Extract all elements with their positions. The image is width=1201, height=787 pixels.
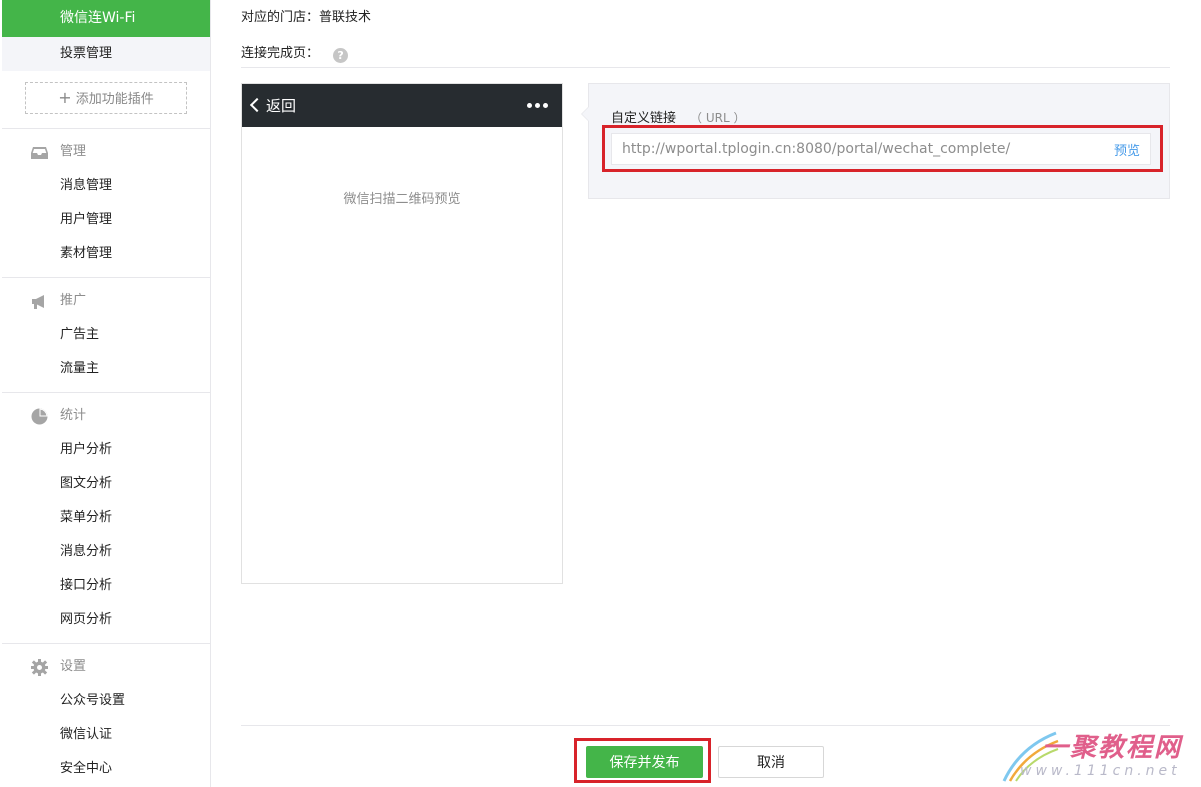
custom-url-label: 自定义链接 （ URL ） — [611, 107, 745, 126]
sidebar: 微信连Wi-Fi 投票管理 + 添加功能插件 管理 消息管理 用户管理 素材管理 … — [2, 0, 211, 787]
sidebar-group-header: 推广 — [2, 284, 210, 318]
sidebar-item-webpage-analysis[interactable]: 网页分析 — [2, 603, 210, 637]
sidebar-group-header: 统计 — [2, 399, 210, 433]
sidebar-item-wechat-verification[interactable]: 微信认证 — [2, 718, 210, 752]
sidebar-item-user-analysis[interactable]: 用户分析 — [2, 433, 210, 467]
sidebar-item-security-center[interactable]: 安全中心 — [2, 752, 210, 786]
sidebar-item-api-analysis[interactable]: 接口分析 — [2, 569, 210, 603]
sidebar-item-article-analysis[interactable]: 图文分析 — [2, 467, 210, 501]
store-label: 对应的门店：普联技术 — [241, 10, 372, 25]
sidebar-item-vote-management[interactable]: 投票管理 — [2, 37, 210, 71]
sidebar-group-title: 管理 — [60, 144, 87, 159]
sidebar-item-menu-analysis[interactable]: 菜单分析 — [2, 501, 210, 535]
sidebar-group-title: 统计 — [60, 408, 87, 423]
complete-page-row: 连接完成页：? — [241, 42, 349, 63]
help-icon[interactable]: ? — [333, 48, 349, 63]
sidebar-item-material-management[interactable]: 素材管理 — [2, 237, 210, 271]
sidebar-item-wechat-wifi[interactable]: 微信连Wi-Fi — [2, 0, 210, 37]
watermark-cn-text: 一聚教程网 — [1042, 733, 1183, 763]
divider — [241, 725, 1170, 726]
main-content: 对应的门店：普联技术 连接完成页：? 返回 微信扫描二维码预览 自定义链接 （ U… — [241, 0, 1171, 787]
gear-icon — [31, 659, 48, 676]
custom-url-sublabel: （ URL ） — [690, 111, 746, 125]
sidebar-group-header: 设置 — [2, 650, 210, 684]
sidebar-group-title: 推广 — [60, 293, 87, 308]
custom-url-field: 预览 — [611, 133, 1151, 165]
cancel-button[interactable]: 取消 — [718, 746, 824, 778]
save-publish-button[interactable]: 保存并发布 — [586, 746, 703, 778]
add-plugin-button[interactable]: + 添加功能插件 — [25, 82, 187, 114]
sidebar-item-user-management[interactable]: 用户管理 — [2, 203, 210, 237]
custom-url-panel: 自定义链接 （ URL ） 预览 — [581, 83, 1170, 199]
complete-page-label: 连接完成页： — [241, 46, 320, 61]
sidebar-group-header: 管理 — [2, 135, 210, 169]
qr-preview-text: 微信扫描二维码预览 — [343, 192, 461, 207]
divider — [241, 67, 1170, 68]
sidebar-group-statistics: 统计 用户分析 图文分析 菜单分析 消息分析 接口分析 网页分析 — [2, 393, 210, 644]
sidebar-group-title: 设置 — [60, 659, 87, 674]
inbox-icon — [31, 147, 48, 159]
url-preview-link[interactable]: 预览 — [1114, 140, 1140, 159]
watermark-logo: 一聚教程网 www.111cn.net — [1000, 727, 1195, 785]
custom-url-title: 自定义链接 — [611, 111, 677, 126]
sidebar-item-message-management[interactable]: 消息管理 — [2, 169, 210, 203]
megaphone-icon — [32, 295, 44, 309]
sidebar-item-publisher[interactable]: 流量主 — [2, 352, 210, 386]
chevron-left-icon — [249, 97, 265, 113]
sidebar-item-advertiser[interactable]: 广告主 — [2, 318, 210, 352]
add-plugin-section: + 添加功能插件 — [2, 71, 210, 129]
watermark-en-text: www.111cn.net — [1020, 763, 1181, 779]
phone-preview: 返回 微信扫描二维码预览 — [241, 83, 563, 584]
back-label: 返回 — [266, 97, 297, 115]
back-button[interactable]: 返回 — [249, 95, 297, 116]
add-plugin-label: 添加功能插件 — [75, 92, 154, 107]
phone-title-bar: 返回 — [242, 84, 562, 127]
sidebar-item-account-settings[interactable]: 公众号设置 — [2, 684, 210, 718]
sidebar-group-promotion: 推广 广告主 流量主 — [2, 278, 210, 393]
more-icon[interactable] — [527, 103, 548, 108]
sidebar-group-management: 管理 消息管理 用户管理 素材管理 — [2, 129, 210, 278]
pie-chart-icon — [31, 408, 48, 425]
custom-url-input[interactable] — [612, 134, 1082, 164]
plus-icon: + — [58, 88, 72, 107]
sidebar-group-settings: 设置 公众号设置 微信认证 安全中心 — [2, 644, 210, 787]
panel-arrow-inner — [582, 106, 590, 122]
sidebar-item-message-analysis[interactable]: 消息分析 — [2, 535, 210, 569]
